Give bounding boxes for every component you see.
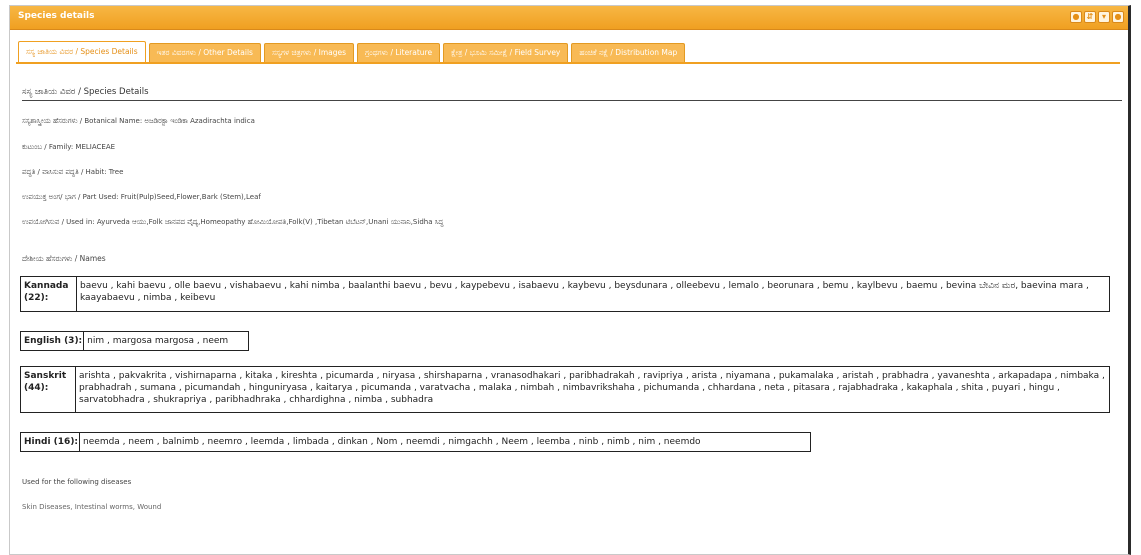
tab-distribution-map[interactable]: ಹಂಚಿಕೆ ನಕ್ಷೆ / Distribution Map: [571, 43, 686, 62]
tab-species-details[interactable]: ಸಸ್ಯ ಜಾತಿಯ ವಿವರ / Species Details: [18, 41, 146, 62]
section-heading: ಸಸ್ಯ ಜಾತಿಯ ವಿವರ / Species Details: [22, 87, 149, 97]
tab-bar: ಸಸ್ಯ ಜಾತಿಯ ವಿವರ / Species Details ಇತರ ವಿ…: [16, 41, 1120, 64]
tab-other-details[interactable]: ಇತರ ವಿವರಗಳು / Other Details: [148, 43, 261, 62]
habit: ಪದ್ಧತಿ / ವಾಸಿಸುವ ಪದ್ಧತಿ / Habit: Tree: [22, 168, 124, 176]
names-heading: ದೇಶೀಯ ಹೆಸರುಗಳು / Names: [22, 254, 106, 263]
kannada-label: Kannada (22):: [21, 277, 77, 311]
sanskrit-label: Sanskrit (44):: [21, 367, 76, 412]
tab-images[interactable]: ಸಸ್ಯಗಳ ಚಿತ್ರಗಳು / Images: [263, 43, 355, 62]
english-names-box: English (3): nim , margosa margosa , nee…: [20, 331, 249, 351]
diseases-label: Used for the following diseases: [22, 478, 132, 486]
botanical-name: ಸಸ್ಯಶಾಸ್ತ್ರೀಯ ಹೆಸರುಗಳು / Botanical Name:…: [22, 117, 255, 125]
species-details-window: Species details ● ⇵ ▾ ● ಸಸ್ಯ ಜಾತಿಯ ವಿವರ …: [9, 5, 1131, 555]
collapse-icon[interactable]: ▾: [1098, 11, 1110, 23]
hindi-label: Hindi (16):: [21, 433, 81, 451]
family: ಕುಟುಂಬ / Family: MELIACEAE: [22, 143, 116, 151]
english-label: English (3):: [24, 336, 83, 346]
tab-literature[interactable]: ಗ್ರಂಥಗಳು / Literature: [357, 43, 441, 62]
kannada-names: baevu , kahi baevu , olle baevu , vishab…: [80, 281, 1089, 303]
heading-divider: [22, 100, 1122, 101]
window-title: Species details: [18, 11, 95, 21]
english-names: nim , margosa margosa , neem: [83, 332, 231, 350]
used-in: ಉಪಯೋಗಿಸುವ / Used in: Ayurveda ಆಯು,Folk ಜ…: [22, 218, 444, 226]
window-titlebar: Species details ● ⇵ ▾ ●: [10, 6, 1128, 30]
tab-field-survey[interactable]: ಕ್ಷೇತ್ರ / ಭೂಮಿ ಸಮೀಕ್ಷೆ / Field Survey: [443, 43, 569, 62]
close-icon[interactable]: ●: [1112, 11, 1124, 23]
window-controls: ● ⇵ ▾ ●: [1070, 11, 1124, 23]
kannada-names-box: Kannada (22): baevu , kahi baevu , olle …: [20, 276, 1110, 312]
hindi-names-box: Hindi (16): neemda , neem , balnimb , ne…: [20, 432, 811, 452]
part-used: ಉಪಯುಕ್ತ ಅಂಗ/ ಭಾಗ / Part Used: Fruit(Pulp…: [22, 193, 261, 201]
diseases-value: Skin Diseases, Intestinal worms, Wound: [22, 503, 162, 511]
hindi-names: neemda , neem , balnimb , neemro , leemd…: [83, 437, 701, 447]
settings-icon[interactable]: ⇵: [1084, 11, 1096, 23]
sanskrit-names-box: Sanskrit (44): arishta , pakvakrita , vi…: [20, 366, 1110, 413]
refresh-icon[interactable]: ●: [1070, 11, 1082, 23]
sanskrit-names: arishta , pakvakrita , vishirnaparna , k…: [79, 371, 1105, 405]
